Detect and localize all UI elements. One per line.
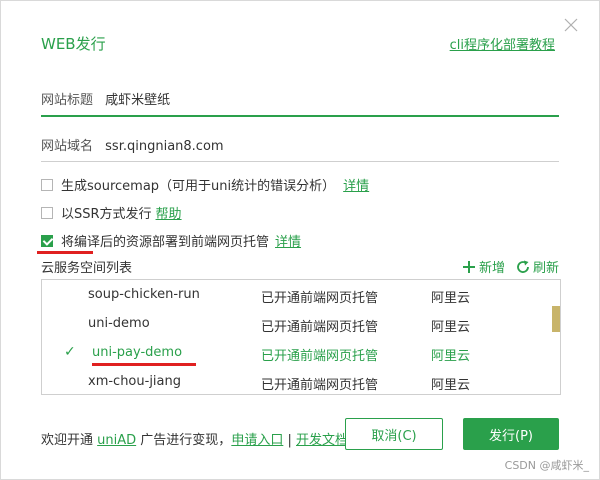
space-name: uni-pay-demo (92, 345, 183, 360)
domain-field[interactable]: 网站域名 ssr.qingnian8.com (41, 135, 559, 162)
dialog-title: WEB发行 (41, 35, 106, 53)
watermark: CSDN @咸虾米_ (504, 459, 589, 472)
list-item[interactable]: uni-demo 已开通前端网页托管 阿里云 (42, 310, 548, 338)
space-vendor: 阿里云 (431, 378, 471, 393)
space-status: 已开通前端网页托管 (261, 320, 379, 335)
ssr-label: 以SSR方式发行 (61, 207, 152, 222)
deploy-hosting-detail-link[interactable]: 详情 (275, 231, 301, 250)
cloud-space-list-title: 云服务空间列表 (41, 261, 133, 276)
space-status: 已开通前端网页托管 (261, 349, 379, 364)
space-vendor: 阿里云 (431, 291, 471, 306)
space-name: soup-chicken-run (88, 287, 200, 302)
space-status: 已开通前端网页托管 (261, 291, 379, 306)
cloud-space-list[interactable]: soup-chicken-run 已开通前端网页托管 阿里云 uni-demo … (41, 279, 561, 395)
uniad-link[interactable]: uniAD (97, 433, 136, 448)
site-title-field[interactable]: 网站标题 咸虾米壁纸 (41, 89, 559, 117)
list-item[interactable]: soup-chicken-run 已开通前端网页托管 阿里云 (42, 281, 548, 309)
selected-check-icon: ✓ (64, 344, 76, 360)
highlight-underline (37, 251, 93, 254)
promo-middle: 广告进行变现， (140, 433, 232, 448)
space-vendor: 阿里云 (431, 320, 471, 335)
refresh-icon (517, 260, 529, 273)
deploy-hosting-label: 将编译后的资源部署到前端网页托管 (61, 235, 270, 250)
sourcemap-label: 生成sourcemap（可用于uni统计的错误分析） (61, 179, 336, 194)
refresh-label: 刷新 (532, 261, 559, 276)
site-title-label: 网站标题 (41, 93, 94, 108)
site-title-value[interactable]: 咸虾米壁纸 (105, 93, 170, 108)
deploy-hosting-option[interactable]: 将编译后的资源部署到前端网页托管 详情 (41, 231, 301, 250)
sourcemap-option[interactable]: 生成sourcemap（可用于uni统计的错误分析） 详情 (41, 175, 369, 194)
list-scrollbar-thumb[interactable] (552, 306, 560, 332)
list-item[interactable]: xm-chou-jiang 已开通前端网页托管 阿里云 (42, 368, 548, 394)
space-vendor: 阿里云 (431, 349, 471, 364)
publish-button[interactable]: 发行(P) (463, 418, 559, 450)
space-name: xm-chou-jiang (88, 374, 181, 389)
uniad-promo: 欢迎开通 uniAD 广告进行变现，申请入口 | 开发文档 (41, 429, 348, 448)
footer-separator: | (287, 433, 292, 448)
apply-link[interactable]: 申请入口 (231, 433, 283, 448)
close-icon[interactable] (563, 17, 579, 33)
cli-deploy-tutorial-link[interactable]: cli程序化部署教程 (450, 34, 555, 53)
ssr-checkbox[interactable] (41, 206, 53, 219)
domain-label: 网站域名 (41, 139, 94, 154)
docs-link[interactable]: 开发文档 (296, 433, 348, 448)
ssr-option[interactable]: 以SSR方式发行 帮助 (41, 203, 182, 222)
cancel-button[interactable]: 取消(C) (345, 418, 443, 450)
web-publish-dialog: WEB发行 cli程序化部署教程 网站标题 咸虾米壁纸 网站域名 ssr.qin… (0, 0, 600, 480)
plus-icon (462, 260, 475, 273)
sourcemap-checkbox[interactable] (41, 178, 53, 191)
selected-highlight-underline (92, 363, 196, 366)
refresh-button[interactable]: 刷新 (515, 257, 559, 276)
promo-prefix: 欢迎开通 (41, 433, 94, 448)
space-name: uni-demo (88, 316, 150, 331)
ssr-help-link[interactable]: 帮助 (156, 203, 182, 222)
space-status: 已开通前端网页托管 (261, 378, 379, 393)
list-actions: 新增 刷新 (461, 257, 559, 276)
sourcemap-detail-link[interactable]: 详情 (343, 175, 369, 194)
list-item-selected[interactable]: ✓ uni-pay-demo 已开通前端网页托管 阿里云 (42, 339, 548, 367)
add-space-label: 新增 (478, 261, 505, 276)
domain-value[interactable]: ssr.qingnian8.com (105, 139, 223, 154)
deploy-hosting-checkbox[interactable] (41, 234, 53, 247)
add-space-button[interactable]: 新增 (461, 257, 505, 276)
